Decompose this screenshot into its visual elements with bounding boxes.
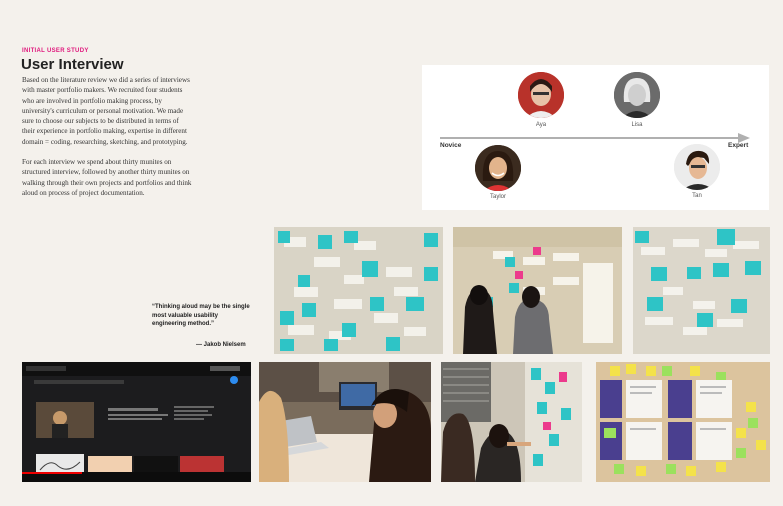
avatar-lisa bbox=[614, 72, 660, 118]
photo-interview-laptop bbox=[259, 362, 431, 482]
participant-name-lisa: Lisa bbox=[631, 122, 643, 128]
participant-name-taylor: Taylor bbox=[489, 194, 506, 200]
avatar-tan bbox=[674, 144, 720, 190]
axis-label-novice: Novice bbox=[440, 142, 462, 149]
participant-name-aya: Aya bbox=[535, 122, 547, 128]
paragraph-2: For each interview we spend about thirty… bbox=[22, 158, 192, 197]
photo-students-at-wall bbox=[453, 227, 622, 354]
section-eyebrow: INITIAL USER STUDY bbox=[22, 48, 89, 54]
photo-sticky-note-wall-2 bbox=[633, 227, 770, 354]
participant-name-tan: Tan bbox=[692, 193, 702, 199]
body-text: Based on the literature review we did a … bbox=[22, 75, 192, 208]
experience-spectrum-diagram: Novice Expert Aya Lisa Taylor Tan bbox=[422, 65, 769, 210]
axis-label-expert: Expert bbox=[728, 142, 749, 149]
avatar-aya bbox=[518, 72, 564, 118]
photo-sticky-note-wall-1 bbox=[274, 227, 443, 354]
spectrum-axis bbox=[440, 137, 740, 139]
photo-portfolio-mockups-wall bbox=[596, 362, 770, 482]
photo-students-sticky-notes-closeup bbox=[441, 362, 582, 482]
photo-portfolio-screen-recording bbox=[22, 362, 251, 482]
pull-quote: “Thinking aloud may be the single most v… bbox=[152, 304, 250, 328]
paragraph-1: Based on the literature review we did a … bbox=[22, 76, 190, 146]
quote-attribution: — Jakob Nielsem bbox=[196, 342, 246, 348]
avatar-taylor bbox=[475, 145, 521, 191]
page-title: User Interview bbox=[21, 56, 124, 73]
